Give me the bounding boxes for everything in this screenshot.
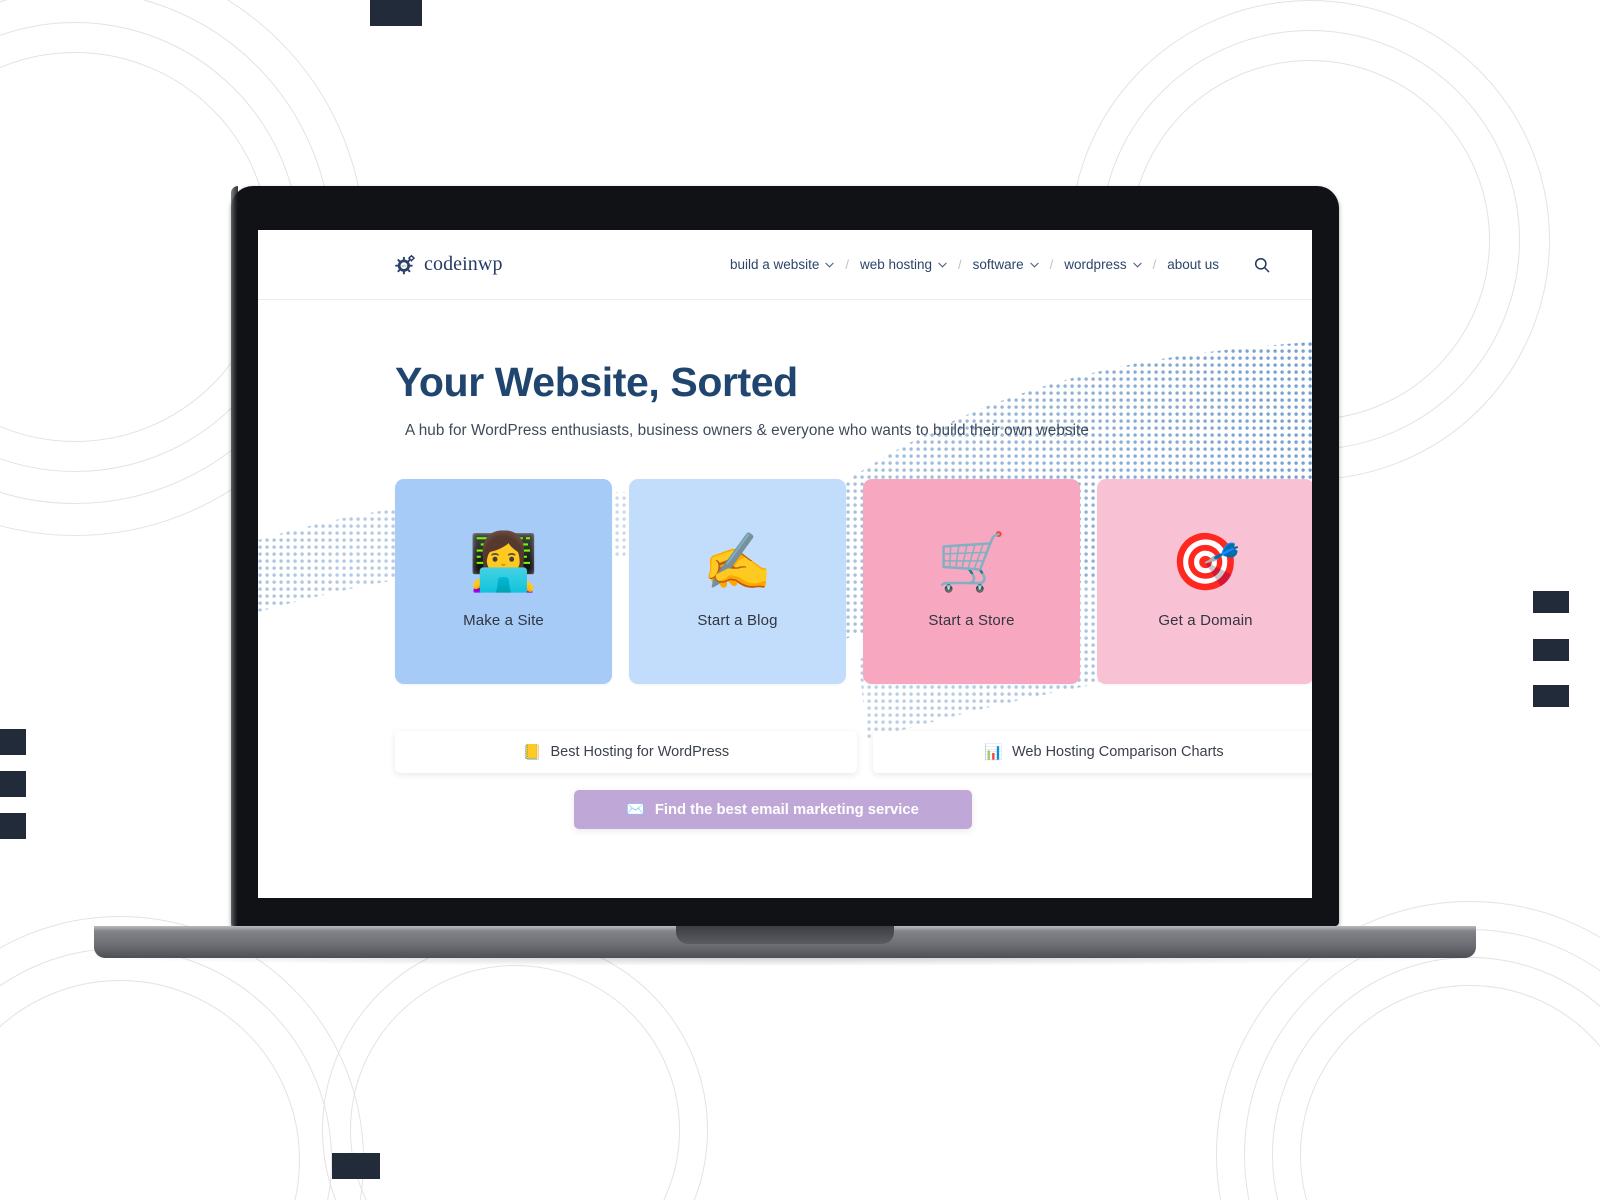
deco-square (1533, 685, 1569, 707)
button-label: Web Hosting Comparison Charts (1012, 744, 1224, 761)
page-subtitle: A hub for WordPress enthusiasts, busines… (405, 422, 1089, 440)
cta-row: ✉️ Find the best email marketing service (258, 790, 1312, 830)
find-email-marketing-service-button[interactable]: ✉️ Find the best email marketing service (573, 790, 972, 830)
nav-label: build a website (730, 257, 820, 272)
deco-ring (0, 52, 270, 442)
deco-ring (1272, 957, 1600, 1200)
nav-label: software (972, 257, 1024, 272)
nav-item-wordpress[interactable]: wordpress (1053, 257, 1152, 272)
deco-square (0, 771, 26, 797)
gear-icon: </> (395, 254, 415, 275)
nav-links: build a website / web hosting / software (719, 255, 1272, 275)
brand-name: codeinwp (424, 253, 503, 275)
chevron-down-icon (825, 262, 834, 268)
web-hosting-comparison-charts-button[interactable]: 📊 Web Hosting Comparison Charts (873, 731, 1312, 774)
nav-item-about-us[interactable]: about us (1156, 257, 1230, 272)
laptop-screen: </> codeinwp build a website / web hosti… (258, 230, 1312, 898)
quick-links-row: 📒 Best Hosting for WordPress 📊 Web Hosti… (395, 731, 1312, 774)
chevron-down-icon (938, 262, 947, 268)
notebook-icon: 📒 (522, 743, 542, 761)
website-page: </> codeinwp build a website / web hosti… (258, 230, 1312, 898)
search-icon (1254, 257, 1270, 272)
best-hosting-for-wordpress-button[interactable]: 📒 Best Hosting for WordPress (395, 731, 857, 774)
deco-ring (1244, 929, 1600, 1200)
deco-square (332, 1153, 380, 1179)
nav-label: web hosting (859, 257, 933, 272)
laptop-base (94, 926, 1476, 958)
svg-text:</>: </> (401, 264, 406, 268)
brand-logo[interactable]: </> codeinwp (395, 253, 503, 276)
deco-square (370, 0, 422, 26)
card-get-a-domain[interactable]: 🎯 Get a Domain (1097, 479, 1312, 685)
deco-square (0, 729, 26, 755)
deco-ring (1300, 985, 1600, 1200)
deco-ring (0, 980, 300, 1200)
card-label: Start a Blog (697, 612, 778, 630)
laptop-mockup: </> codeinwp build a website / web hosti… (71, 186, 1501, 966)
card-label: Make a Site (463, 612, 544, 630)
nav-item-software[interactable]: software (962, 257, 1050, 272)
laptop-base-notch (676, 926, 894, 944)
envelope-icon: ✉️ (626, 801, 645, 819)
card-start-a-store[interactable]: 🛒 Start a Store (863, 479, 1080, 685)
button-label: Find the best email marketing service (654, 801, 919, 818)
card-start-a-blog[interactable]: ✍️ Start a Blog (629, 479, 846, 685)
chevron-down-icon (1030, 262, 1039, 268)
hero-section: Your Website, Sorted A hub for WordPress… (258, 300, 1312, 440)
card-make-a-site[interactable]: 👩‍💻 Make a Site (395, 479, 612, 685)
deco-ring (350, 965, 680, 1200)
laptop-lid: </> codeinwp build a website / web hosti… (231, 186, 1339, 926)
nav-label: about us (1167, 257, 1219, 272)
shopping-cart-icon: 🛒 (936, 530, 1007, 594)
search-button[interactable] (1252, 255, 1272, 275)
deco-ring (322, 937, 708, 1200)
site-navbar: </> codeinwp build a website / web hosti… (258, 230, 1312, 300)
deco-ring (0, 948, 332, 1200)
card-label: Start a Store (928, 612, 1015, 630)
nav-item-web-hosting[interactable]: web hosting (849, 257, 958, 272)
person-with-laptop-icon: 👩‍💻 (468, 530, 539, 594)
writing-hand-icon: ✍️ (702, 530, 773, 594)
page-title: Your Website, Sorted (395, 359, 798, 405)
dart-target-icon: 🎯 (1170, 530, 1241, 594)
deco-square (0, 813, 26, 839)
deco-square (1533, 639, 1569, 661)
chevron-down-icon (1132, 262, 1142, 268)
category-cards: 👩‍💻 Make a Site ✍️ Start a Blog 🛒 Start … (395, 479, 1312, 685)
deco-square (1533, 591, 1569, 613)
nav-item-build-a-website[interactable]: build a website (719, 257, 845, 272)
bar-chart-icon: 📊 (984, 743, 1003, 761)
nav-label: wordpress (1064, 257, 1127, 272)
screenshot-root: </> codeinwp build a website / web hosti… (0, 0, 1600, 1200)
button-label: Best Hosting for WordPress (550, 744, 730, 761)
card-label: Get a Domain (1158, 612, 1253, 630)
